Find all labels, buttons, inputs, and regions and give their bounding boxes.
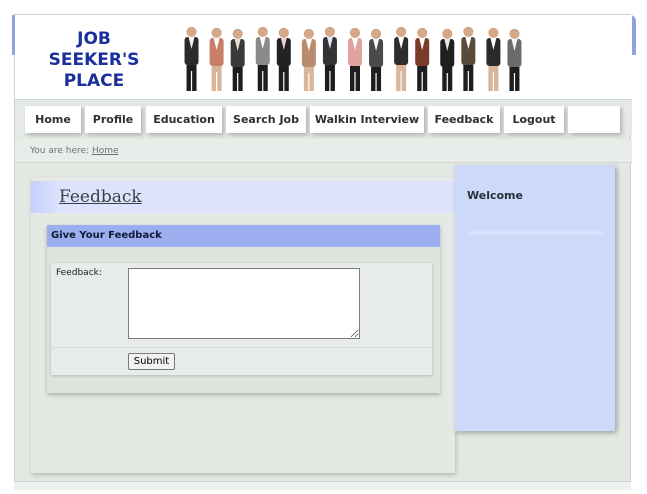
sidebar-title: Welcome — [467, 189, 523, 202]
person-figure — [184, 27, 199, 91]
feedback-textarea[interactable] — [128, 268, 360, 339]
logo-line-3: PLACE — [63, 71, 125, 91]
page-title-bar: Feedback — [31, 181, 455, 213]
nav-feedback[interactable]: Feedback — [428, 106, 500, 133]
person-figure — [276, 28, 291, 91]
breadcrumb-prefix: You are here: — [30, 146, 90, 156]
sidebar-divider — [467, 231, 603, 235]
nav-home[interactable]: Home — [25, 106, 81, 133]
logo-line-1: JOB — [77, 29, 111, 49]
person-figure — [230, 29, 245, 91]
feedback-form: Give Your Feedback Feedback: Submit — [47, 225, 440, 393]
form-body: Feedback: Submit — [51, 263, 432, 375]
form-header: Give Your Feedback — [47, 225, 440, 247]
nav-blank-tab — [568, 106, 620, 133]
person-figure — [394, 27, 409, 91]
main-content: Feedback Give Your Feedback Feedback: Su… — [31, 177, 455, 473]
site-logo[interactable]: JOB SEEKER'S PLACE — [39, 29, 149, 92]
nav-profile[interactable]: Profile — [85, 106, 141, 133]
person-figure — [461, 27, 476, 91]
logo-line-2: SEEKER'S — [48, 50, 140, 70]
sidebar: Welcome — [455, 165, 615, 431]
person-figure — [486, 28, 501, 91]
page-title[interactable]: Feedback — [59, 187, 142, 207]
person-figure — [348, 28, 362, 91]
person-figure — [369, 29, 384, 91]
page-bottom-strip — [14, 482, 631, 490]
person-figure — [322, 27, 337, 91]
main-nav: Home Profile Education Search Job Walkin… — [15, 99, 632, 135]
breadcrumb-home-link[interactable]: Home — [92, 146, 119, 156]
submit-button[interactable]: Submit — [128, 353, 175, 370]
nav-walkin-interview[interactable]: Walkin Interview — [310, 106, 424, 133]
people-group-image — [184, 27, 522, 91]
nav-logout[interactable]: Logout — [504, 106, 564, 133]
form-divider — [51, 347, 432, 348]
site-header: JOB SEEKER'S PLACE — [15, 15, 632, 99]
nav-search-job[interactable]: Search Job — [226, 106, 306, 133]
person-figure — [209, 28, 224, 91]
person-figure — [440, 29, 455, 91]
nav-education[interactable]: Education — [146, 106, 222, 133]
breadcrumb: You are here: Home — [15, 139, 632, 163]
person-figure — [255, 27, 270, 91]
feedback-label: Feedback: — [56, 268, 102, 278]
person-figure — [301, 29, 316, 91]
page-frame: JOB SEEKER'S PLACE Home Profile Educatio… — [12, 14, 636, 482]
person-figure — [507, 29, 522, 91]
person-figure — [415, 28, 430, 91]
